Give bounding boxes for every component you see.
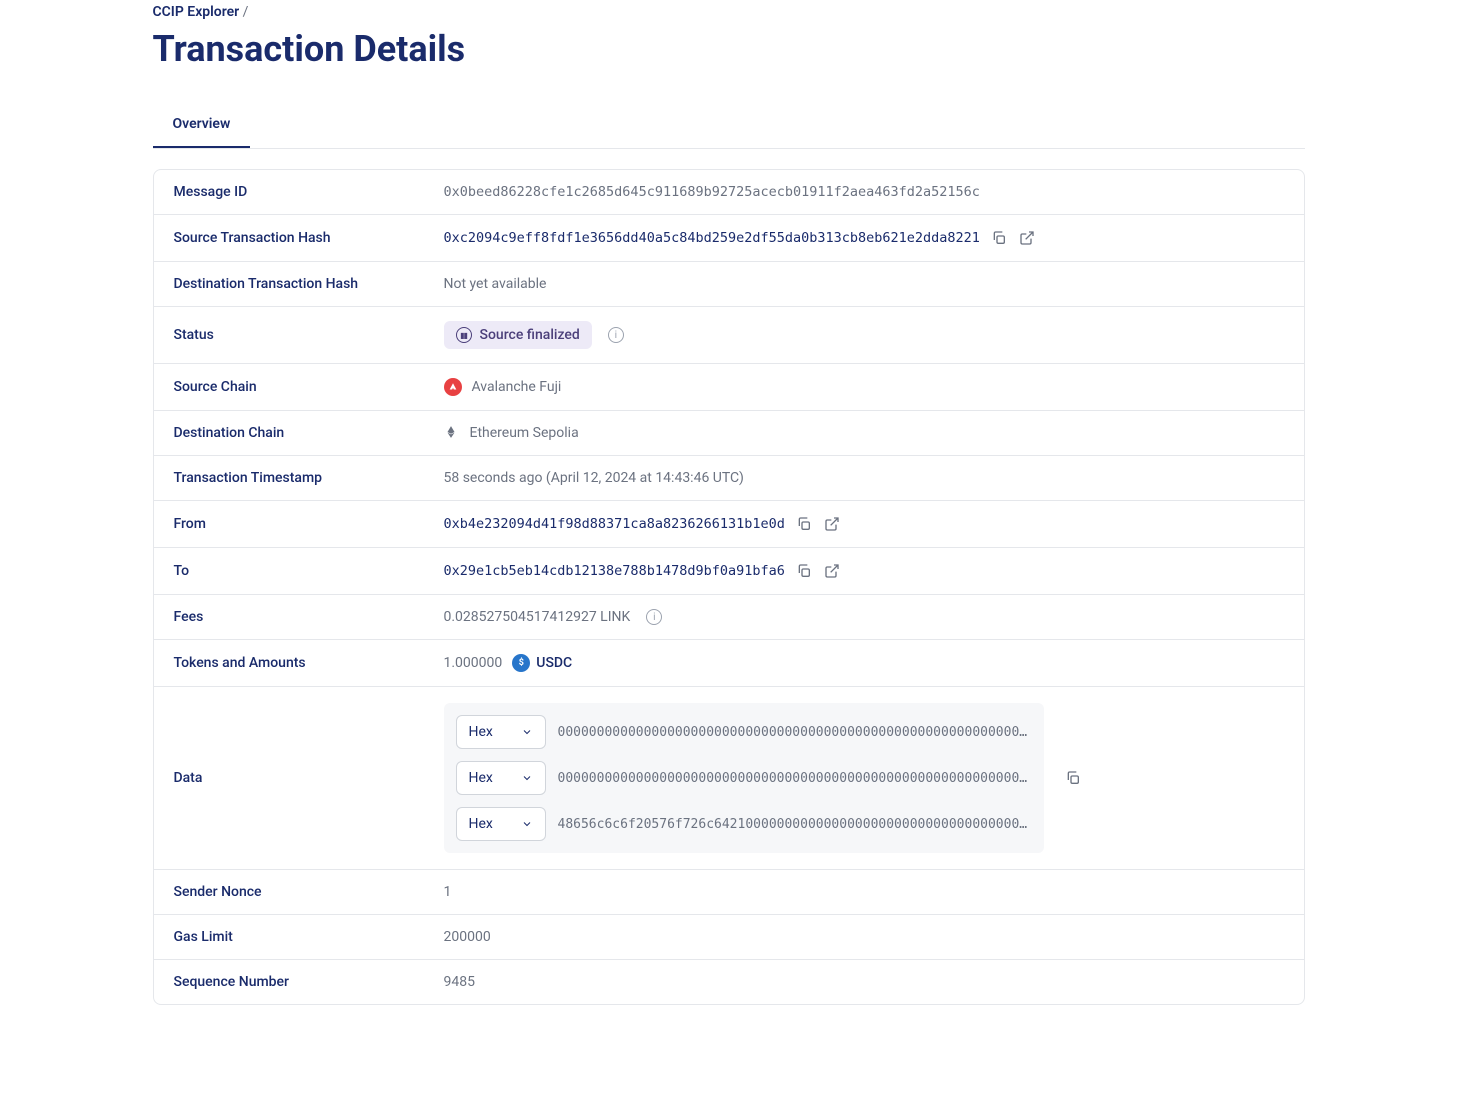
row-to: To 0x29e1cb5eb14cdb12138e788b1478d9bf0a9… (154, 548, 1304, 595)
avalanche-icon (444, 378, 462, 396)
breadcrumb-separator: / (243, 4, 249, 20)
value-source-tx-hash[interactable]: 0xc2094c9eff8fdf1e3656dd40a5c84bd259e2df… (444, 230, 980, 246)
label-dest-tx-hash: Destination Transaction Hash (174, 276, 444, 292)
row-from: From 0xb4e232094d41f98d88371ca8a82362661… (154, 501, 1304, 548)
breadcrumb: CCIP Explorer / (153, 0, 1305, 20)
tabs: Overview (153, 102, 1305, 149)
info-icon[interactable]: i (608, 327, 624, 343)
label-timestamp: Transaction Timestamp (174, 470, 444, 486)
value-to[interactable]: 0x29e1cb5eb14cdb12138e788b1478d9bf0a91bf… (444, 563, 785, 579)
copy-icon[interactable] (1064, 769, 1082, 787)
details-card: Message ID 0x0beed86228cfe1c2685d645c911… (153, 169, 1305, 1005)
chevron-down-icon (521, 726, 533, 738)
label-status: Status (174, 327, 444, 343)
label-sender-nonce: Sender Nonce (174, 884, 444, 900)
usdc-icon: $ (512, 654, 530, 672)
row-source-chain: Source Chain Avalanche Fuji (154, 364, 1304, 411)
breadcrumb-root-link[interactable]: CCIP Explorer (153, 4, 240, 20)
label-data: Data (174, 770, 444, 786)
value-fees: 0.028527504517412927 LINK (444, 609, 631, 625)
row-fees: Fees 0.028527504517412927 LINK i (154, 595, 1304, 640)
label-sequence-number: Sequence Number (174, 974, 444, 990)
value-source-chain: Avalanche Fuji (472, 379, 562, 395)
info-icon[interactable]: i (646, 609, 662, 625)
copy-icon[interactable] (795, 562, 813, 580)
pause-icon: ▮▮ (456, 327, 472, 343)
tab-overview[interactable]: Overview (153, 102, 251, 148)
value-sender-nonce: 1 (444, 884, 1284, 900)
external-link-icon[interactable] (1018, 229, 1036, 247)
data-hex-0: 0000000000000000000000000000000000000000… (558, 725, 1032, 740)
row-status: Status ▮▮ Source finalized i (154, 307, 1304, 364)
chevron-down-icon (521, 772, 533, 784)
data-hex-1: 0000000000000000000000000000000000000000… (558, 771, 1032, 786)
label-message-id: Message ID (174, 184, 444, 200)
format-label: Hex (469, 724, 493, 740)
page-title: Transaction Details (153, 28, 1305, 70)
value-timestamp: 58 seconds ago (April 12, 2024 at 14:43:… (444, 470, 1284, 486)
chevron-down-icon (521, 818, 533, 830)
ethereum-icon (444, 425, 460, 441)
label-dest-chain: Destination Chain (174, 425, 444, 441)
value-gas-limit: 200000 (444, 929, 1284, 945)
row-source-tx-hash: Source Transaction Hash 0xc2094c9eff8fdf… (154, 215, 1304, 262)
format-label: Hex (469, 816, 493, 832)
value-token-symbol: USDC (536, 655, 572, 671)
row-data: Data Hex 0000000000000000000000000000000… (154, 687, 1304, 870)
row-dest-chain: Destination Chain Ethereum Sepolia (154, 411, 1304, 456)
format-select[interactable]: Hex (456, 715, 546, 749)
label-tokens: Tokens and Amounts (174, 655, 444, 671)
value-token-amount: 1.000000 (444, 655, 503, 671)
label-from: From (174, 516, 444, 532)
value-from[interactable]: 0xb4e232094d41f98d88371ca8a8236266131b1e… (444, 516, 785, 532)
data-line-2: Hex 48656c6c6f20576f726c6421000000000000… (456, 807, 1032, 841)
data-section: Hex 000000000000000000000000000000000000… (444, 703, 1044, 853)
copy-icon[interactable] (990, 229, 1008, 247)
row-gas-limit: Gas Limit 200000 (154, 915, 1304, 960)
value-sequence-number: 9485 (444, 974, 1284, 990)
label-to: To (174, 563, 444, 579)
copy-icon[interactable] (795, 515, 813, 533)
row-message-id: Message ID 0x0beed86228cfe1c2685d645c911… (154, 170, 1304, 215)
row-sequence-number: Sequence Number 9485 (154, 960, 1304, 1004)
label-source-chain: Source Chain (174, 379, 444, 395)
value-message-id: 0x0beed86228cfe1c2685d645c911689b92725ac… (444, 184, 1284, 200)
row-timestamp: Transaction Timestamp 58 seconds ago (Ap… (154, 456, 1304, 501)
row-dest-tx-hash: Destination Transaction Hash Not yet ava… (154, 262, 1304, 307)
label-gas-limit: Gas Limit (174, 929, 444, 945)
format-select[interactable]: Hex (456, 807, 546, 841)
data-line-1: Hex 000000000000000000000000000000000000… (456, 761, 1032, 795)
format-label: Hex (469, 770, 493, 786)
value-dest-chain: Ethereum Sepolia (470, 425, 579, 441)
value-dest-tx-hash: Not yet available (444, 276, 1284, 292)
format-select[interactable]: Hex (456, 761, 546, 795)
data-hex-2: 48656c6c6f20576f726c64210000000000000000… (558, 817, 1032, 832)
external-link-icon[interactable] (823, 562, 841, 580)
row-tokens: Tokens and Amounts 1.000000 $ USDC (154, 640, 1304, 687)
external-link-icon[interactable] (823, 515, 841, 533)
status-badge: ▮▮ Source finalized (444, 321, 592, 349)
data-line-0: Hex 000000000000000000000000000000000000… (456, 715, 1032, 749)
row-sender-nonce: Sender Nonce 1 (154, 870, 1304, 915)
status-text: Source finalized (480, 327, 580, 343)
label-source-tx-hash: Source Transaction Hash (174, 230, 444, 246)
label-fees: Fees (174, 609, 444, 625)
